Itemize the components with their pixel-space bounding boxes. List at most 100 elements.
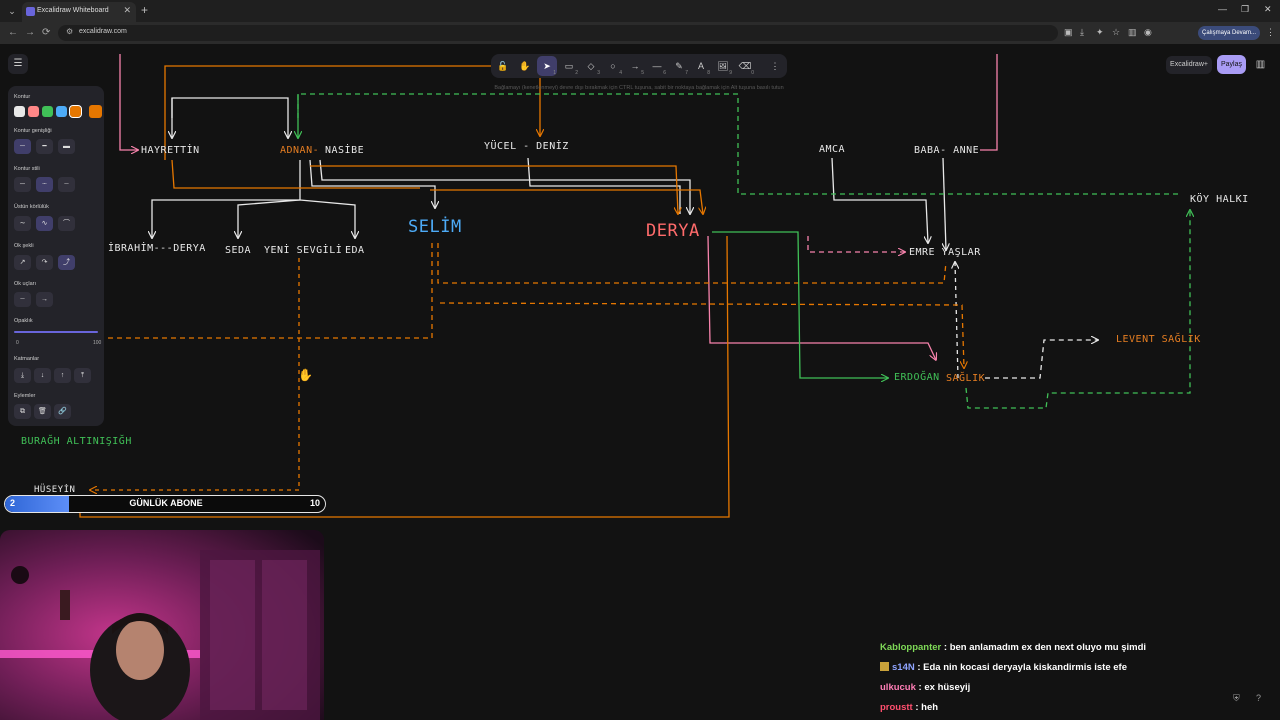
- opacity-min: 0: [16, 340, 19, 346]
- stroke-style-dotted[interactable]: ┈: [58, 177, 75, 192]
- image-tool-button[interactable]: 🖼 9: [713, 56, 733, 76]
- color-swatch-blue[interactable]: [56, 106, 67, 117]
- address-bar: ← → ⟳ ⚙ excalidraw.com ▣ ⤓ ✦ ☆ ▥ ◉ Çalış…: [0, 22, 1280, 44]
- excalidraw-plus-button[interactable]: Excalidraw+: [1166, 56, 1212, 74]
- send-backward-icon[interactable]: ↓: [34, 368, 51, 383]
- pencil-tool-button[interactable]: ✎ 7: [669, 56, 689, 76]
- subscriber-goal-target: 10: [309, 498, 320, 508]
- text-tool-button[interactable]: A8: [691, 56, 711, 76]
- sloppiness-cartoonist[interactable]: ⌒: [58, 216, 75, 231]
- tab-close-icon[interactable]: ✕: [123, 5, 131, 16]
- stroke-style-label: Kontur stili: [14, 166, 40, 172]
- eraser-tool-button[interactable]: ⌫ 0: [735, 56, 755, 76]
- new-tab-icon[interactable]: +: [141, 3, 148, 17]
- node-amca[interactable]: AMCA: [819, 144, 845, 155]
- node-selim[interactable]: SELİM: [408, 217, 462, 237]
- shield-icon[interactable]: ⛨: [1233, 693, 1240, 704]
- node-baba-anne[interactable]: BABA- ANNE: [914, 145, 979, 156]
- stroke-width-thin[interactable]: ─: [14, 139, 31, 154]
- arrow-type-label: Ok şekli: [14, 243, 34, 249]
- arrowheads-label: Ok uçları: [14, 281, 37, 287]
- arrow-type-sharp[interactable]: ↗: [14, 255, 31, 270]
- diamond-tool-button[interactable]: ◇ 3: [581, 56, 601, 76]
- node-hayrettin[interactable]: HAYRETTİN: [141, 145, 200, 156]
- more-tools-button[interactable]: ⋮: [765, 56, 785, 76]
- opacity-max: 100: [93, 340, 102, 346]
- chat-text: ben anlamadım ex den next oluyo mu şimdi: [949, 642, 1147, 653]
- link-icon[interactable]: 🔗: [54, 404, 71, 419]
- window-close-icon[interactable]: ✕: [1264, 4, 1272, 15]
- stroke-style-dashed[interactable]: ┄: [36, 177, 53, 192]
- site-info-icon[interactable]: ⚙: [66, 27, 73, 36]
- sidebar-icon[interactable]: ▥: [1128, 27, 1137, 38]
- node-levent-saglik[interactable]: LEVENT SAĞLIK: [1116, 334, 1201, 345]
- arrow-type-elbow[interactable]: ⤴: [58, 255, 75, 270]
- color-swatch-white[interactable]: [14, 106, 25, 117]
- chat-username: ulkucuk: [880, 682, 916, 693]
- browser-tab[interactable]: Excalidraw Whiteboard ✕: [22, 2, 136, 22]
- main-menu-button[interactable]: ☰: [8, 54, 28, 74]
- library-icon[interactable]: ▥: [1251, 55, 1270, 74]
- selection-tool-button[interactable]: ➤ 1: [537, 56, 557, 76]
- properties-panel: Kontur Kontur genişliği ─ ━ ▬ Kontur sti…: [8, 86, 104, 426]
- node-koy-halki[interactable]: KÖY HALKI: [1190, 194, 1249, 205]
- node-seda[interactable]: SEDA: [225, 245, 251, 256]
- arrowhead-start[interactable]: ┈: [14, 292, 31, 307]
- node-saglik[interactable]: SAĞLIK: [946, 373, 985, 384]
- node-yeni-sevgili[interactable]: YENİ SEVGİLİ: [264, 245, 342, 256]
- node-yucel-deniz[interactable]: YÜCEL - DENİZ: [484, 141, 569, 152]
- forward-icon[interactable]: →: [25, 27, 35, 38]
- help-icon[interactable]: ?: [1256, 693, 1261, 703]
- node-buragh[interactable]: BURAĞH ALTINIŞIĞH: [21, 436, 132, 447]
- hand-cursor-icon: ✋: [298, 368, 313, 382]
- duplicate-icon[interactable]: ⧉: [14, 404, 31, 419]
- extension-icon[interactable]: ▣: [1064, 27, 1073, 38]
- reload-icon[interactable]: ⟳: [42, 27, 50, 38]
- delete-icon[interactable]: 🗑: [34, 404, 51, 419]
- bring-forward-icon[interactable]: ↑: [54, 368, 71, 383]
- node-adnan[interactable]: ADNAN-: [280, 145, 319, 156]
- url-input[interactable]: ⚙ excalidraw.com: [58, 25, 1058, 41]
- color-swatch-red[interactable]: [28, 106, 39, 117]
- layers-label: Katmanlar: [14, 356, 40, 362]
- node-huseyin[interactable]: HÜSEYİN: [34, 485, 75, 495]
- sloppiness-architect[interactable]: ∼: [14, 216, 31, 231]
- lock-tool-button[interactable]: 🔓: [493, 56, 513, 76]
- color-swatch-orange[interactable]: [69, 105, 82, 118]
- rectangle-tool-button[interactable]: ▭ 2: [559, 56, 579, 76]
- download-icon[interactable]: ⤓: [1080, 27, 1084, 38]
- profile-icon[interactable]: ◉: [1144, 27, 1152, 38]
- share-button[interactable]: Paylaş: [1217, 55, 1246, 74]
- stroke-width-bold[interactable]: ━: [36, 139, 53, 154]
- stroke-style-solid[interactable]: ─: [14, 177, 31, 192]
- bring-to-front-icon[interactable]: ⤒: [74, 368, 91, 383]
- node-eda[interactable]: EDA: [345, 245, 365, 256]
- browser-menu-icon[interactable]: ⋮: [1266, 27, 1275, 38]
- stroke-label: Kontur: [14, 94, 31, 100]
- current-color-swatch[interactable]: [89, 105, 102, 118]
- node-erdogan[interactable]: ERDOĞAN: [894, 372, 940, 383]
- puzzle-icon[interactable]: ✦: [1096, 27, 1104, 38]
- maximize-icon[interactable]: ❐: [1241, 4, 1249, 15]
- node-ibrahim-derya[interactable]: İBRAHİM---DERYA: [108, 243, 206, 254]
- chat-text: Eda nin kocasi deryayla kiskandirmis ist…: [923, 662, 1127, 673]
- line-tool-button[interactable]: —6: [647, 56, 667, 76]
- node-nasibe[interactable]: NASİBE: [325, 145, 364, 156]
- arrow-type-curved[interactable]: ↷: [36, 255, 53, 270]
- shape-toolbar: 🔓 ✋ ➤ 1 ▭ 2 ◇ 3 ○ 4 → 5 —6 ✎ 7 A8 🖼 9 ⌫ 0 ⋮: [491, 54, 787, 78]
- stroke-width-extra-bold[interactable]: ▬: [58, 139, 75, 154]
- back-icon[interactable]: ←: [8, 27, 18, 38]
- color-swatch-green[interactable]: [42, 106, 53, 117]
- node-derya[interactable]: DERYA: [646, 221, 700, 241]
- profile-button[interactable]: Çalışmaya Devam...: [1198, 26, 1260, 40]
- sloppiness-artist[interactable]: ∿: [36, 216, 53, 231]
- send-to-back-icon[interactable]: ⤓: [14, 368, 31, 383]
- bookmark-icon[interactable]: ☆: [1112, 27, 1120, 38]
- arrowhead-end[interactable]: →: [36, 292, 53, 307]
- minimize-icon[interactable]: —: [1218, 4, 1227, 14]
- node-emre-yaslar[interactable]: EMRE YAŞLAR: [909, 247, 981, 258]
- tab-search-icon[interactable]: ⌄: [4, 3, 20, 19]
- hand-tool-button[interactable]: ✋: [515, 56, 535, 76]
- ellipse-tool-button[interactable]: ○ 4: [603, 56, 623, 76]
- arrow-tool-button[interactable]: → 5: [625, 56, 645, 76]
